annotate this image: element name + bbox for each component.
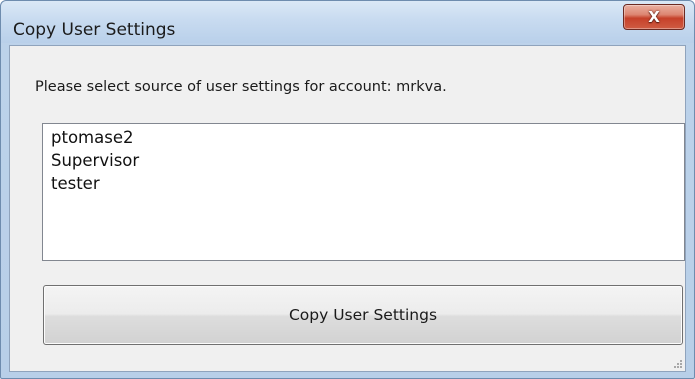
select-source-prompt: Please select source of user settings fo… (35, 79, 447, 95)
title-bar[interactable]: Copy User Settings X (1, 1, 694, 43)
resize-grip-icon[interactable] (671, 359, 683, 371)
user-list[interactable]: ptomase2 Supervisor tester (42, 123, 685, 261)
copy-user-settings-window: Copy User Settings X Please select sourc… (0, 0, 695, 379)
copy-user-settings-button[interactable]: Copy User Settings (43, 285, 683, 345)
copy-user-settings-button-label: Copy User Settings (288, 306, 438, 324)
list-item-ptomase2[interactable]: ptomase2 (51, 127, 133, 149)
close-button[interactable]: X (623, 4, 685, 30)
list-item-supervisor[interactable]: Supervisor (51, 150, 139, 172)
dialog-client-area: Please select source of user settings fo… (9, 45, 686, 372)
window-title: Copy User Settings (13, 20, 176, 40)
close-icon[interactable]: X (624, 5, 684, 29)
list-item-tester[interactable]: tester (51, 173, 100, 195)
